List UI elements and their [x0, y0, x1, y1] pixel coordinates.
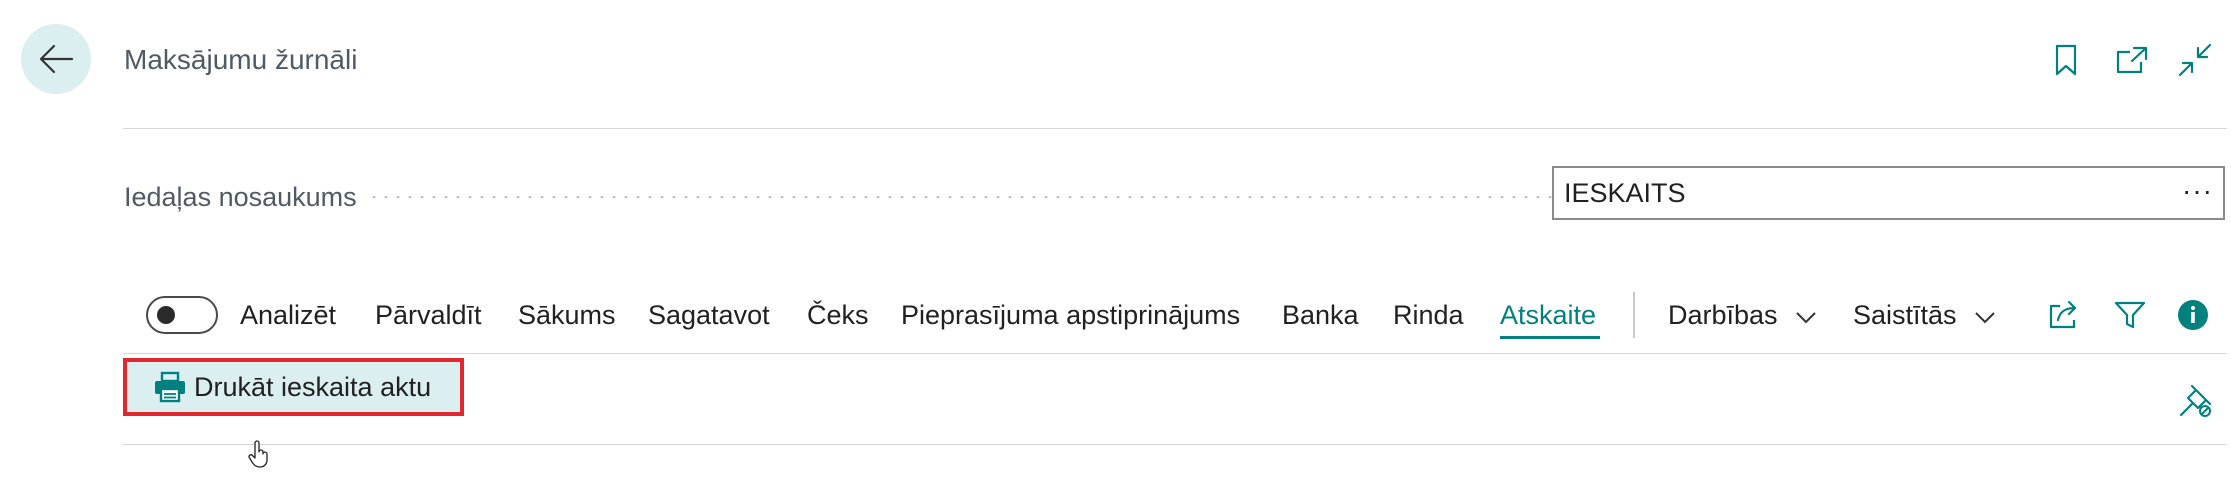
hand-cursor-icon — [248, 440, 270, 473]
unpin-button[interactable] — [2176, 380, 2216, 420]
field-leader-dots — [368, 196, 1552, 198]
field-input[interactable]: IESKAITS ··· — [1552, 166, 2225, 220]
menu-dropdown-actions[interactable]: Darbības — [1668, 297, 1817, 333]
active-tab-underline — [1500, 336, 1600, 339]
menu-divider — [123, 353, 2227, 354]
info-icon — [2178, 300, 2208, 330]
page-title: Maksājumu žurnāli — [124, 44, 358, 75]
chevron-down-icon — [1796, 312, 1816, 324]
actions-label: Darbības — [1668, 300, 1778, 330]
menu-item-bank[interactable]: Banka — [1282, 297, 1359, 333]
back-button[interactable] — [21, 24, 91, 94]
print-offset-act-button[interactable]: Drukāt ieskaita aktu — [123, 358, 464, 416]
printer-icon — [152, 369, 188, 405]
menu-item-home[interactable]: Sākums — [518, 297, 616, 333]
info-button[interactable] — [2173, 295, 2213, 335]
field-value: IESKAITS — [1564, 178, 1686, 208]
filter-icon — [2114, 301, 2146, 329]
menu-separator — [1633, 292, 1635, 338]
related-label: Saistītās — [1853, 300, 1957, 330]
toggle-knob — [157, 306, 175, 324]
menu-item-request-approval[interactable]: Pieprasījuma apstiprinājums — [901, 297, 1240, 333]
menu-item-prepare[interactable]: Sagatavot — [648, 297, 770, 333]
back-arrow-icon — [39, 44, 74, 74]
menu-item-line[interactable]: Rinda — [1393, 297, 1464, 333]
menu-dropdown-related[interactable]: Saistītās — [1853, 297, 1996, 333]
analyze-toggle[interactable] — [146, 296, 218, 334]
open-new-window-button[interactable] — [2112, 40, 2152, 80]
menu-item-check[interactable]: Čeks — [807, 297, 869, 333]
field-label: Iedaļas nosaukums — [124, 182, 357, 212]
menu-item-manage[interactable]: Pārvaldīt — [375, 297, 482, 333]
share-icon — [2049, 300, 2077, 329]
header-divider — [123, 128, 2227, 129]
unpin-icon — [2179, 384, 2212, 417]
analyze-label: Analizēt — [240, 300, 337, 330]
chevron-down-icon — [1975, 312, 1995, 324]
bookmark-icon — [2055, 44, 2077, 76]
share-button[interactable] — [2045, 295, 2085, 335]
more-options-button[interactable]: ··· — [2182, 168, 2213, 214]
filter-button[interactable] — [2110, 295, 2150, 335]
bookmark-button[interactable] — [2046, 40, 2086, 80]
menu-item-report[interactable]: Atskaite — [1500, 297, 1596, 333]
action-divider — [123, 444, 2227, 445]
collapse-icon — [2178, 43, 2212, 77]
collapse-button[interactable] — [2175, 40, 2215, 80]
open-new-window-icon — [2116, 46, 2148, 74]
print-offset-act-label: Drukāt ieskaita aktu — [194, 371, 432, 402]
